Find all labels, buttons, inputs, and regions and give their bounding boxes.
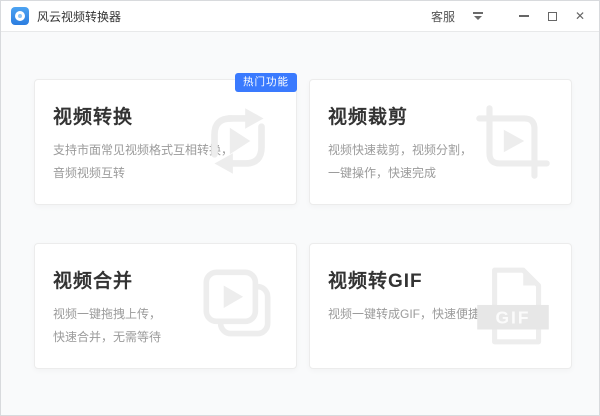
minimize-icon (519, 15, 529, 17)
crop-play-icon (467, 96, 559, 188)
maximize-button[interactable] (545, 9, 559, 23)
stacked-videos-play-icon (192, 260, 284, 352)
convert-loop-play-icon (192, 96, 284, 188)
main-area: 热门功能 视频转换 支持市面常见视频格式互相转换， 音频视频互转 (1, 32, 599, 415)
customer-service-link[interactable]: 客服 (431, 8, 455, 25)
feature-grid: 热门功能 视频转换 支持市面常见视频格式互相转换， 音频视频互转 (34, 79, 570, 369)
svg-text:GIF: GIF (495, 307, 530, 327)
menu-dropdown-icon[interactable] (471, 10, 485, 22)
hot-feature-badge: 热门功能 (235, 73, 297, 92)
app-title: 风云视频转换器 (37, 8, 121, 25)
app-window: 风云视频转换器 客服 ✕ 热门功能 视频转换 支持市面常见视频格式互相转换， 音… (0, 0, 600, 416)
minimize-button[interactable] (517, 9, 531, 23)
maximize-icon (548, 12, 557, 21)
card-video-merge[interactable]: 视频合并 视频一键拖拽上传， 快速合并，无需等待 (34, 243, 297, 369)
card-video-crop[interactable]: 视频裁剪 视频快速裁剪，视频分割， 一键操作，快速完成 (309, 79, 572, 205)
card-video-convert[interactable]: 热门功能 视频转换 支持市面常见视频格式互相转换， 音频视频互转 (34, 79, 297, 205)
close-button[interactable]: ✕ (573, 9, 587, 23)
gif-file-icon: GIF (467, 260, 559, 352)
titlebar: 风云视频转换器 客服 ✕ (1, 1, 599, 32)
card-video-to-gif[interactable]: 视频转GIF 视频一键转成GIF，快速便捷 GIF (309, 243, 572, 369)
app-logo-icon (11, 7, 29, 25)
close-icon: ✕ (575, 10, 585, 22)
